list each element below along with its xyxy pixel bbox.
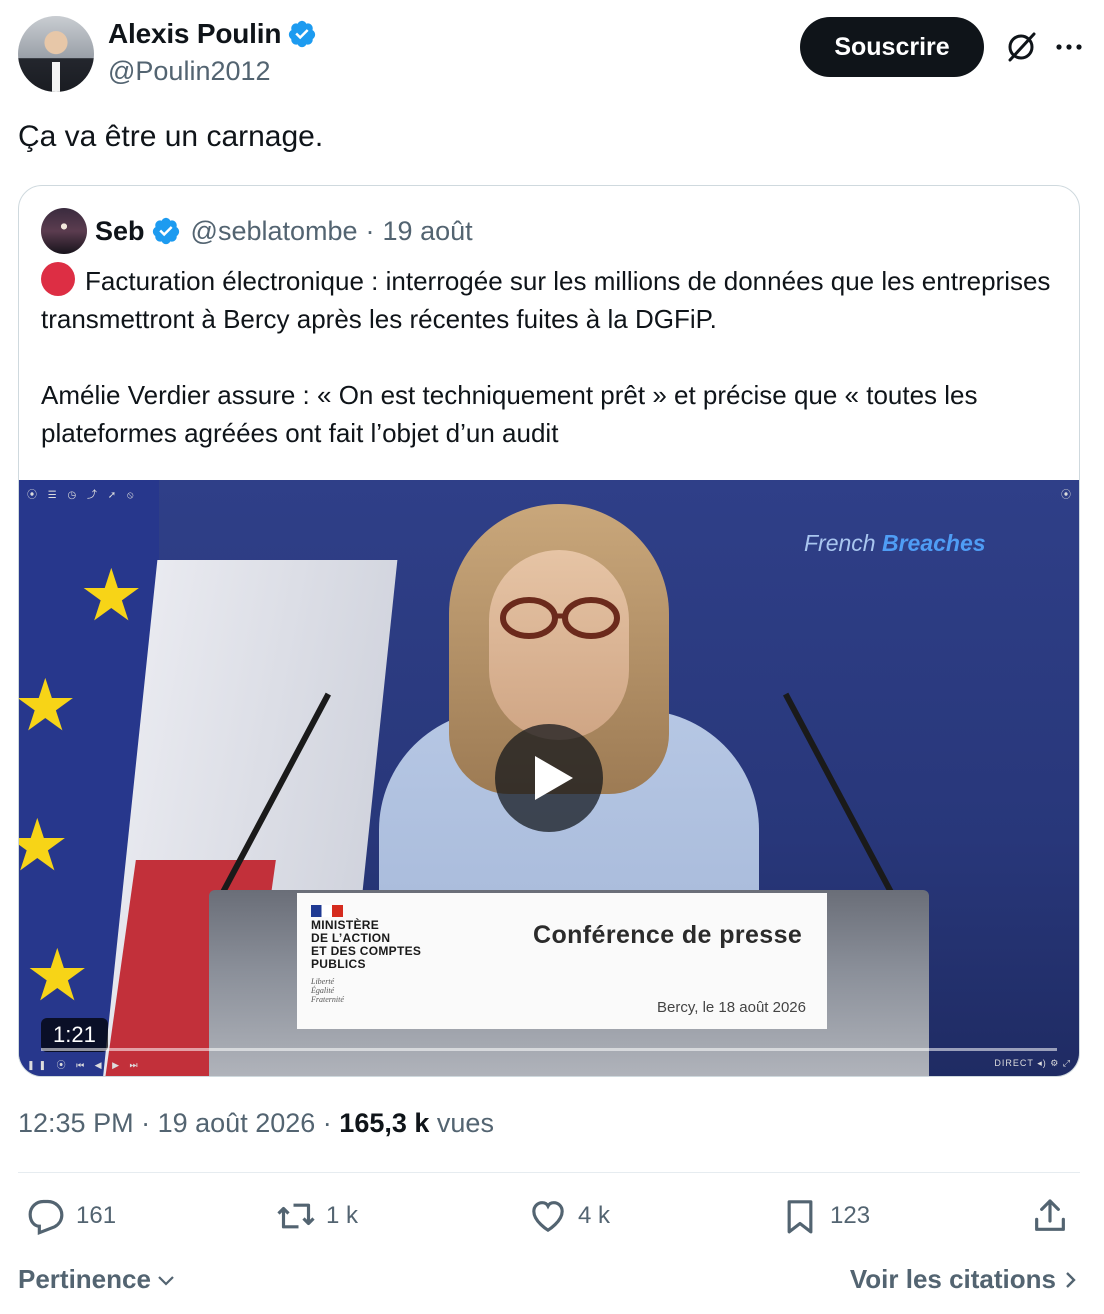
video-duration: 1:21 — [41, 1018, 108, 1052]
video-bottom-controls-icon: ❚❚ ⦿ ⏮ ◀ ▶ ⏭ — [27, 1060, 142, 1070]
tweet-text: Ça va être un carnage. — [18, 120, 324, 153]
reply-button[interactable]: 161 — [26, 1196, 116, 1236]
author-name-row: Alexis Poulin — [108, 18, 317, 50]
quoted-paragraph-1-text: Facturation électronique : interrogée su… — [41, 266, 1051, 334]
video-player[interactable]: ★ ★ ★ ★ French Breaches MINISTÈRE DE L’A… — [19, 480, 1079, 1076]
eu-star-icon: ★ — [79, 556, 144, 636]
view-quotes-link[interactable]: Voir les citations — [850, 1264, 1078, 1295]
quoted-date[interactable]: 19 août — [383, 216, 473, 247]
repost-icon — [277, 1203, 315, 1229]
red-circle-icon — [41, 262, 75, 296]
meta-separator: · — [141, 1108, 151, 1138]
verified-badge-icon — [289, 20, 316, 48]
quoted-paragraph-1: Facturation électronique : interrogée su… — [41, 262, 1051, 338]
eu-star-icon: ★ — [19, 666, 78, 746]
author-handle[interactable]: @Poulin2012 — [108, 56, 271, 87]
share-icon — [1035, 1199, 1065, 1231]
marianne-logo-icon — [311, 905, 343, 917]
glasses-icon — [500, 597, 620, 639]
speaker-face — [489, 550, 629, 740]
quoted-separator: · — [365, 215, 375, 246]
video-top-controls-icon: ⦿ ☰ ◷ ⤴ ➚ ⦸ — [27, 490, 138, 501]
share-button[interactable] — [1030, 1196, 1070, 1236]
chevron-down-icon — [158, 1275, 174, 1286]
divider — [18, 1172, 1080, 1173]
quoted-display-name[interactable]: Seb — [95, 216, 145, 247]
microphone-right — [783, 692, 901, 908]
video-progress-bar[interactable] — [41, 1048, 1057, 1051]
subscribe-button[interactable]: Souscrire — [800, 17, 984, 77]
like-button[interactable]: 4 k — [528, 1196, 610, 1236]
play-button[interactable] — [495, 724, 603, 832]
reply-count: 161 — [76, 1202, 117, 1229]
like-count: 4 k — [578, 1202, 611, 1229]
placard-title: Conférence de presse — [533, 921, 803, 949]
placard-date: Bercy, le 18 août 2026 — [657, 999, 806, 1016]
views-label: vues — [436, 1108, 494, 1138]
quoted-text: Facturation électronique : interrogée su… — [41, 262, 1051, 490]
press-placard: MINISTÈRE DE L’ACTION ET DES COMPTES PUB… — [297, 893, 827, 1029]
grok-icon[interactable] — [1004, 30, 1038, 64]
live-text: DIRECT — [994, 1058, 1034, 1068]
action-bar: 161 1 k 4 k 123 — [18, 1196, 1080, 1244]
tweet-date[interactable]: 19 août 2026 — [158, 1108, 316, 1138]
tweet-meta: 12:35 PM · 19 août 2026 · 165,3 k vues — [18, 1108, 494, 1139]
quoted-header: Seb @seblatombe · 19 août — [41, 208, 473, 254]
quoted-verified-badge-icon — [152, 217, 179, 245]
video-watermark: French Breaches — [804, 530, 986, 557]
meta-separator-2: · — [322, 1108, 332, 1138]
repost-button[interactable]: 1 k — [276, 1196, 358, 1236]
views-count: 165,3 k — [339, 1108, 430, 1138]
eu-star-icon: ★ — [25, 936, 90, 1016]
play-icon — [535, 756, 573, 800]
quoted-paragraph-2: Amélie Verdier assure : « On est techniq… — [41, 380, 978, 448]
watermark-part-1: French — [804, 530, 882, 556]
ministry-name: MINISTÈRE DE L’ACTION ET DES COMPTES PUB… — [311, 918, 422, 971]
bookmark-count: 123 — [830, 1202, 871, 1229]
reply-icon — [28, 1199, 64, 1235]
quoted-handle[interactable]: @seblatombe — [191, 216, 358, 247]
bookmark-icon — [787, 1200, 813, 1234]
sort-label: Pertinence — [18, 1264, 151, 1294]
heart-icon — [532, 1201, 564, 1233]
author-avatar[interactable] — [18, 16, 94, 92]
more-icon[interactable] — [1052, 30, 1086, 64]
video-top-right-icon: ⦿ — [1061, 490, 1071, 501]
video-live-label: DIRECT ◂) ⚙ ⤢ — [994, 1058, 1071, 1068]
quoted-tweet[interactable]: Seb @seblatombe · 19 août Facturation él… — [18, 185, 1080, 1077]
tweet-header: Alexis Poulin @Poulin2012 Souscrire — [18, 16, 1086, 96]
sort-dropdown[interactable]: Pertinence — [18, 1264, 177, 1295]
republic-motto: Liberté Égalité Fraternité — [311, 977, 344, 1004]
chevron-right-icon — [1066, 1271, 1076, 1288]
eu-star-icon: ★ — [19, 810, 70, 882]
watermark-part-2: Breaches — [881, 530, 986, 556]
bookmark-button[interactable]: 123 — [780, 1196, 870, 1236]
quoted-avatar[interactable] — [41, 208, 87, 254]
view-quotes-label: Voir les citations — [849, 1264, 1056, 1294]
tweet-time[interactable]: 12:35 PM — [18, 1108, 134, 1138]
repost-count: 1 k — [326, 1202, 359, 1229]
author-display-name[interactable]: Alexis Poulin — [108, 18, 281, 50]
